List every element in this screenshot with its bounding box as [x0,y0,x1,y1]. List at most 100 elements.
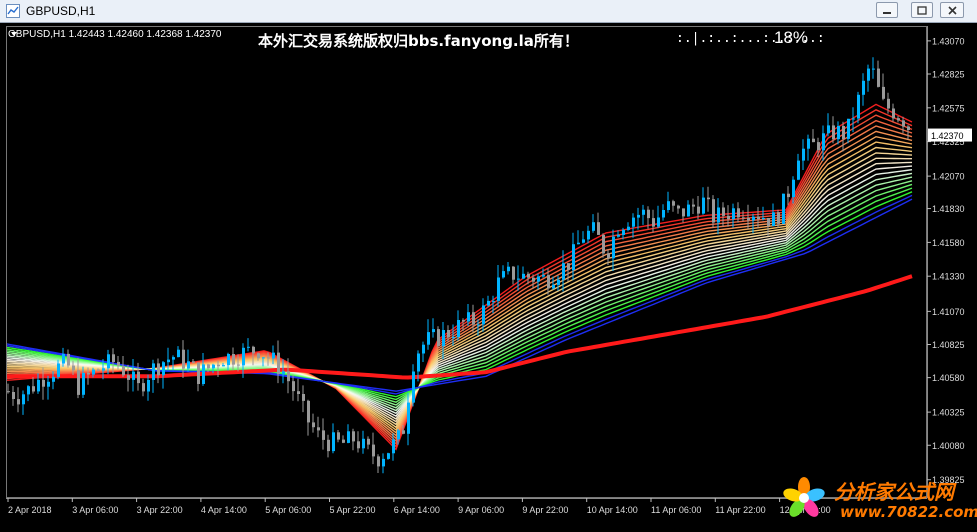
time-tick-label: 3 Apr 06:00 [72,505,118,515]
candle-body [902,120,905,127]
candle-body [412,371,415,403]
candle-body [757,216,760,220]
candle-body [602,234,605,254]
candle-body [202,364,205,384]
candle-body [52,376,55,382]
candle-body [662,210,665,218]
candle-body [157,363,160,376]
restore-icon [917,6,927,15]
price-tick-label: 1.42575 [932,103,965,113]
candle-body [857,94,860,119]
candle-body [247,346,250,348]
close-button[interactable] [940,2,964,18]
candle-body [327,439,330,452]
candle-body [807,138,810,149]
candle-body [512,266,515,280]
candle-body [237,364,240,366]
candle-body [527,273,530,278]
candle-body [732,208,735,220]
time-tick-label: 11 Apr 22:00 [715,505,765,515]
minimize-icon [883,12,891,14]
candle-body [632,217,635,227]
chart-canvas [6,26,927,498]
ribbon-ma-line [6,180,913,406]
ribbon-ma-line [6,152,913,426]
candle-body [12,392,15,399]
candle-body [687,204,690,217]
time-tick-label: 2 Apr 2018 [8,505,52,515]
candle-body [7,391,10,393]
candle-body [667,201,670,210]
time-tick-label: 4 Apr 14:00 [201,505,247,515]
price-tick-label: 1.42825 [932,70,965,80]
candle-body [367,438,370,445]
candle-body [302,394,305,401]
ribbon-ma-line [6,141,913,431]
candle-body [492,300,495,302]
candle-body [137,371,140,384]
window-titlebar[interactable]: GBPUSD,H1 [0,0,977,23]
candle-body [472,312,475,325]
candle-body [832,125,835,140]
candle-body [362,438,365,449]
candle-body [102,368,105,371]
candle-body [737,208,740,218]
candle-body [892,108,895,119]
candle-body [517,278,520,280]
candle-body [217,364,220,367]
price-chart[interactable] [6,26,927,498]
candle-body [212,364,215,369]
candle-body [182,349,185,369]
candle-body [837,126,840,140]
candle-body [792,179,795,198]
candle-body [727,215,730,220]
candle-body [552,284,555,289]
candle-body [532,277,535,282]
candle-body [457,320,460,337]
time-tick-label: 9 Apr 22:00 [522,505,568,515]
candle-body [897,118,900,121]
candle-body [882,86,885,99]
candle-body [72,365,75,371]
candle-body [422,344,425,354]
candle-body [867,68,870,81]
candle-body [567,263,570,271]
candle-body [812,138,815,143]
candle-body [112,354,115,362]
candle-body [17,399,20,405]
candle-body [97,369,100,371]
minimize-button[interactable] [876,2,898,18]
candle-body [477,324,480,326]
candle-body [617,235,620,237]
candle-body [347,431,350,443]
candle-body [287,371,290,382]
candle-body [852,118,855,120]
candle-body [397,430,400,440]
candle-body [652,218,655,227]
price-axis[interactable]: 1.43070 1.42825 1.42575 1.42325 1.42070 1.418… [927,26,977,498]
candle-body [402,430,405,434]
restore-button[interactable] [911,2,933,18]
candle-body [717,207,720,223]
candle-body [162,362,165,376]
price-tick-label: 1.42070 [932,172,965,182]
chart-border [6,26,927,498]
candle-body [592,222,595,231]
candle-body [222,365,225,367]
candle-body [462,320,465,322]
price-axis-svg: 1.430701.428251.425751.423251.420701.418… [927,26,972,498]
candle-body [647,209,650,219]
candle-body [377,456,380,467]
candle-body [22,394,25,405]
ribbon-ma-line [6,103,913,451]
candle-body [27,386,30,395]
candle-body [312,422,315,428]
time-tick-label: 9 Apr 06:00 [458,505,504,515]
candle-body [622,229,625,235]
candle-body [627,226,630,230]
candle-body [572,244,575,271]
candle-body [707,197,710,200]
candle-body [342,439,345,443]
chart-frame [6,26,927,498]
ribbon-ma-line [6,125,913,440]
